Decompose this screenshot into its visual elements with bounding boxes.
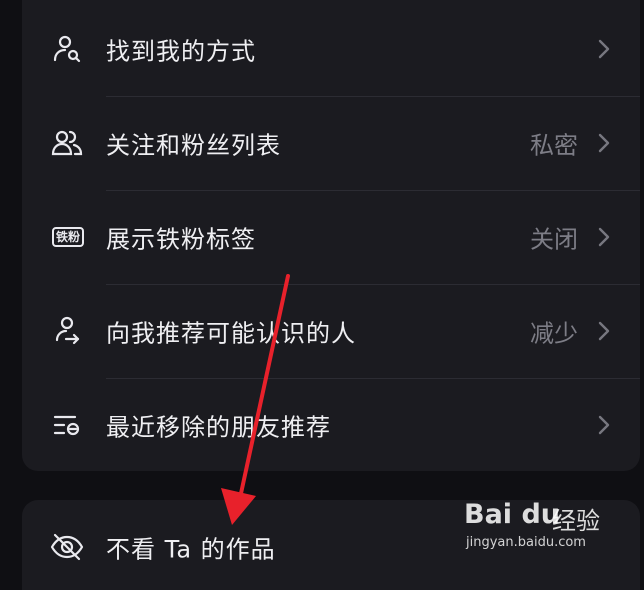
- baidu-watermark: Bai du 经验 jingyan.baidu.com: [464, 495, 614, 555]
- baidu-jingyan-text: 经验: [552, 507, 600, 535]
- baidu-watermark-url: jingyan.baidu.com: [466, 535, 586, 550]
- baidu-logo-text: Bai du: [464, 499, 561, 530]
- annotation-arrow: [221, 274, 290, 525]
